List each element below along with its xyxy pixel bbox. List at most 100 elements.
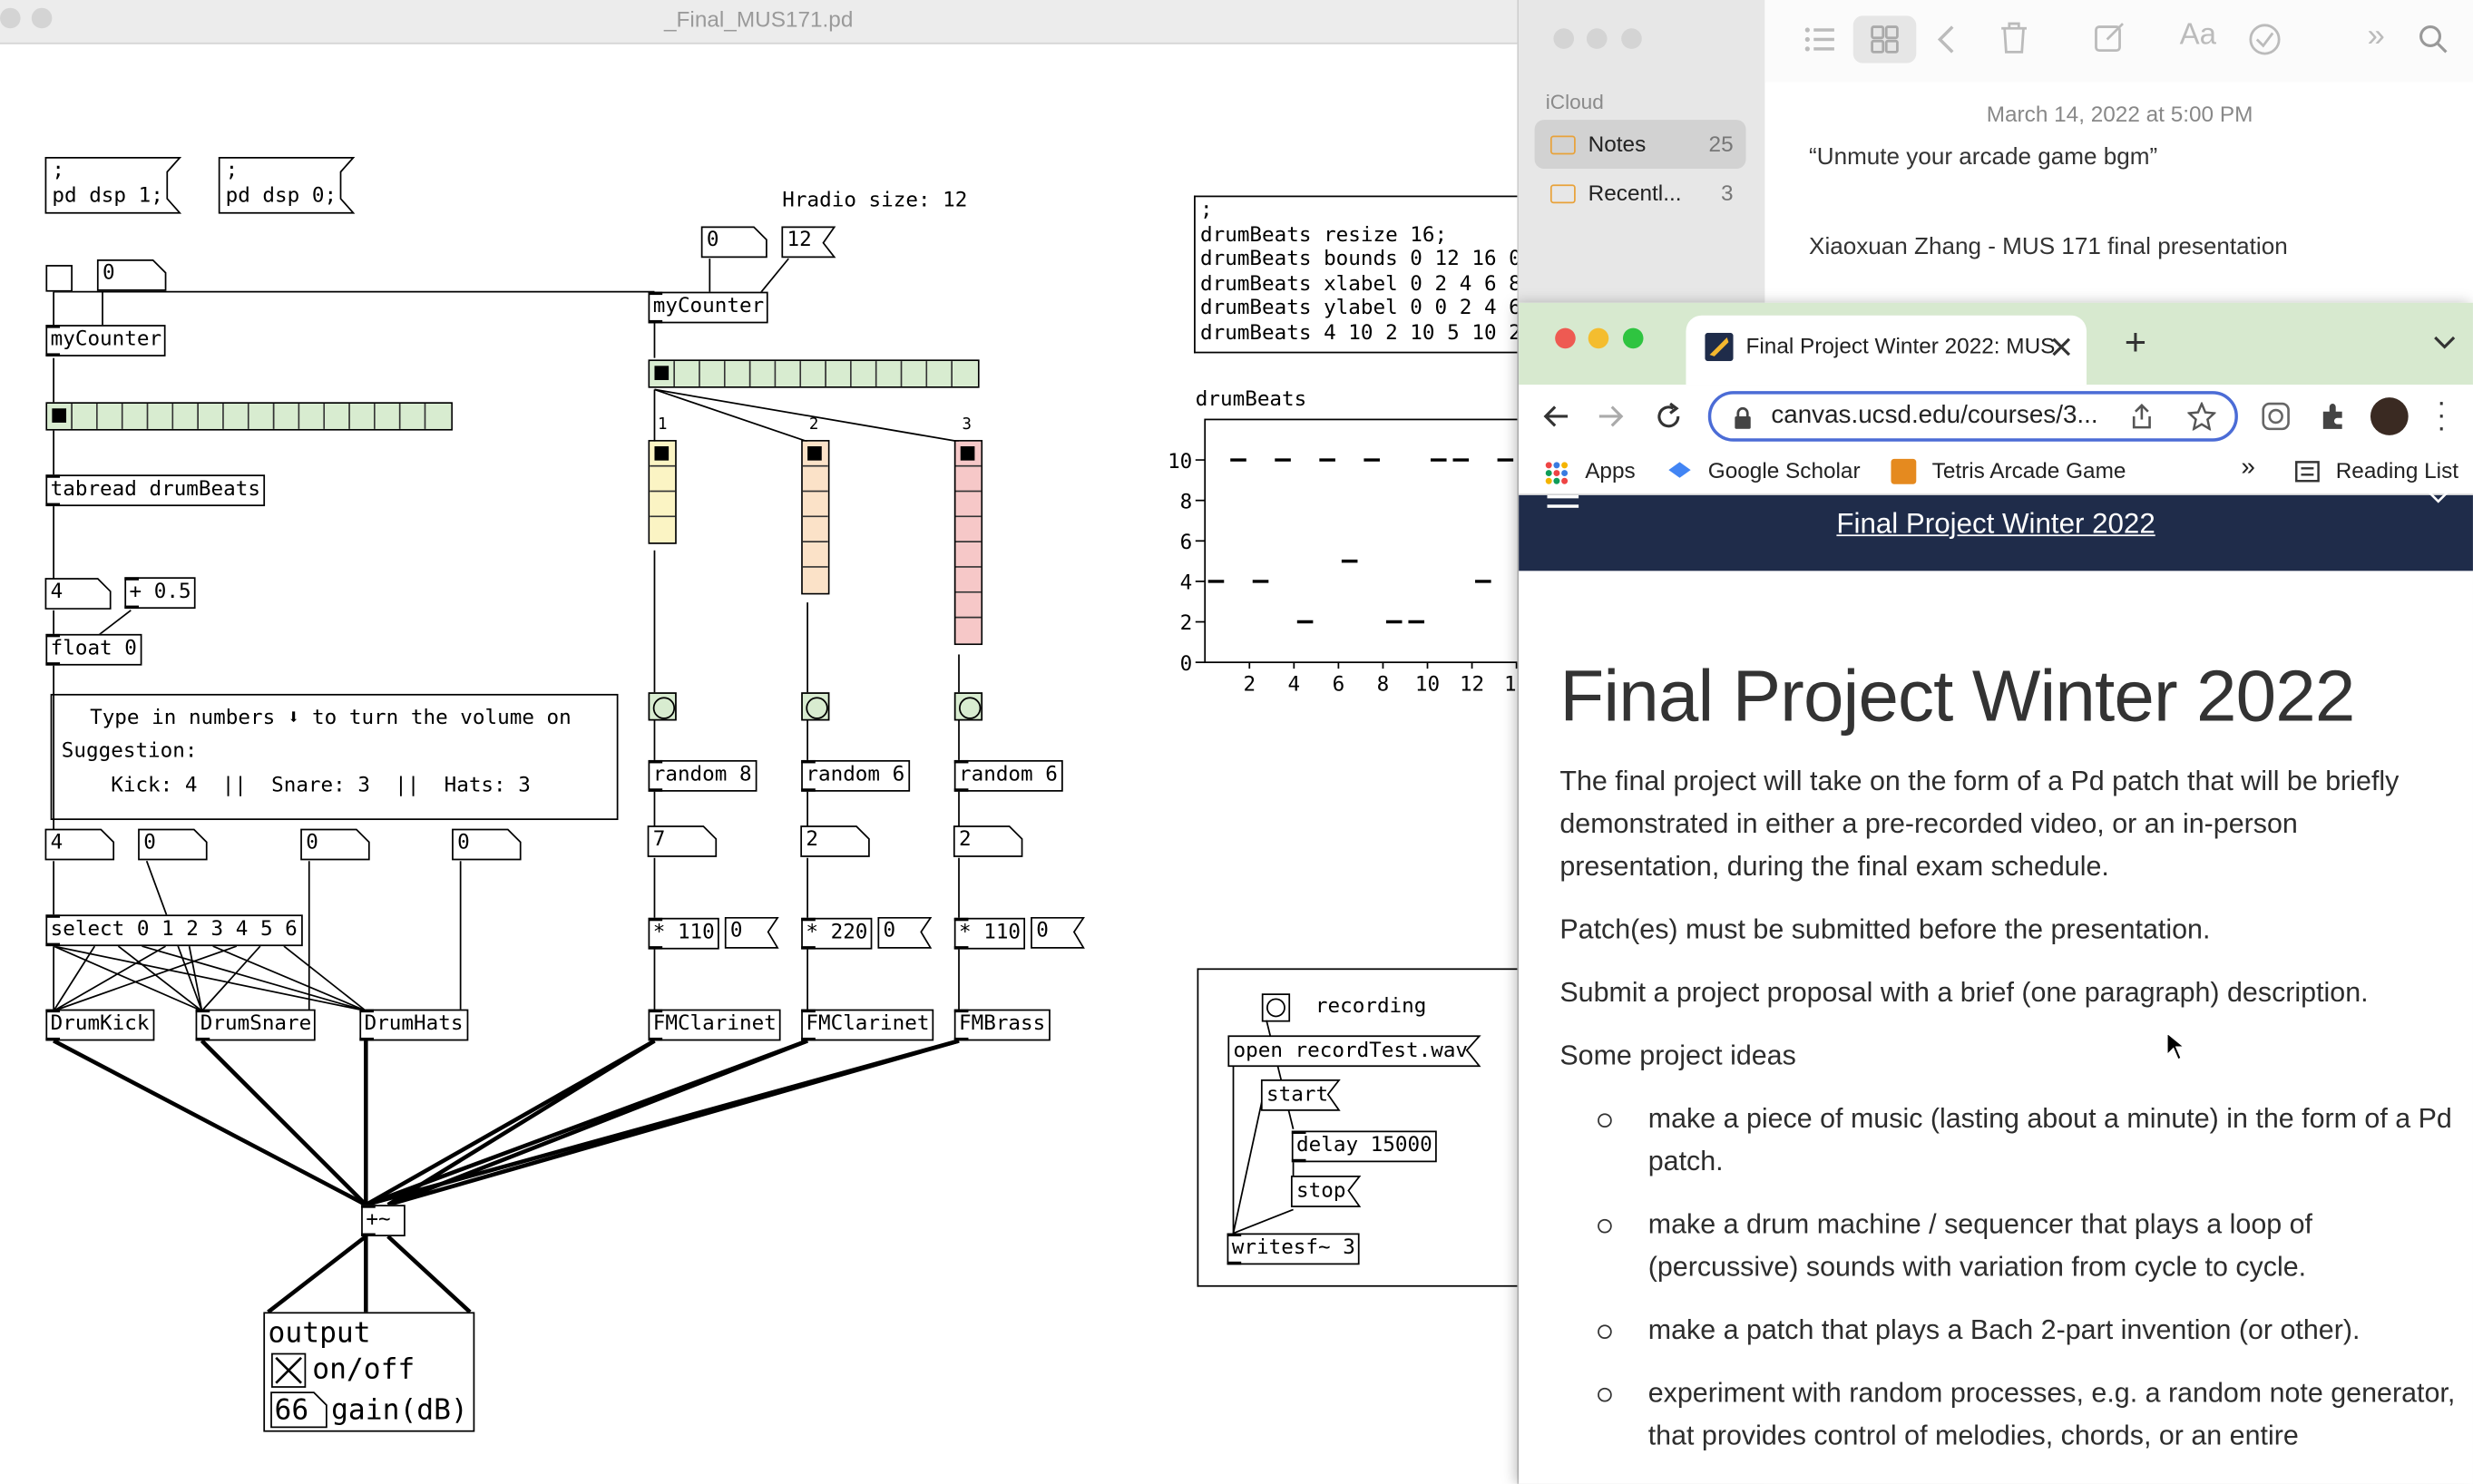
- notes-minimize-button[interactable]: [1586, 28, 1608, 49]
- bookmark-reading-list[interactable]: Reading List: [2336, 457, 2458, 483]
- radio-cell[interactable]: [274, 404, 300, 429]
- radio-cell[interactable]: [325, 404, 350, 429]
- obj-random-1[interactable]: random 8: [648, 759, 757, 792]
- bang-3[interactable]: [953, 692, 983, 721]
- num-mul-3[interactable]: 0: [1031, 918, 1053, 950]
- reload-icon[interactable]: [1655, 402, 1683, 430]
- hradio-left[interactable]: [45, 402, 453, 431]
- obj-writesf[interactable]: writesf~ 3: [1227, 1233, 1361, 1265]
- hradio-right[interactable]: [648, 359, 980, 388]
- radio-cell[interactable]: [375, 404, 401, 429]
- radio-cell[interactable]: [650, 466, 676, 493]
- obj-mul-1[interactable]: * 110: [648, 917, 720, 950]
- list-view-icon[interactable]: [1803, 24, 1837, 55]
- radio-cell[interactable]: [927, 361, 953, 386]
- radio-cell[interactable]: [801, 361, 826, 386]
- notes-close-button[interactable]: [1553, 28, 1575, 49]
- vol-kick-number[interactable]: 4: [45, 829, 67, 861]
- note-line-1[interactable]: “Unmute your arcade game bgm”: [1809, 143, 2157, 171]
- vradio-brass[interactable]: [953, 440, 983, 646]
- folder-notes[interactable]: Notes 25: [1534, 120, 1746, 170]
- course-nav-title[interactable]: Final Project Winter 2022: [1519, 508, 2473, 542]
- num-random-2[interactable]: 2: [801, 826, 823, 858]
- search-icon[interactable]: [2418, 24, 2449, 55]
- bang-1[interactable]: [648, 692, 677, 721]
- radio-cell[interactable]: [349, 404, 376, 429]
- gallery-view-button[interactable]: [1852, 15, 1917, 63]
- msg-open-file[interactable]: open recordTest.wav: [1228, 1038, 1472, 1066]
- radio-cell[interactable]: [826, 361, 852, 386]
- obj-counter-left[interactable]: myCounter: [45, 325, 167, 356]
- radio-cell[interactable]: [955, 466, 982, 493]
- num-top-left[interactable]: 0: [98, 260, 120, 292]
- bang-2[interactable]: [801, 692, 830, 721]
- num-random-1[interactable]: 7: [649, 826, 670, 858]
- radio-cell[interactable]: [400, 404, 426, 429]
- msg-table-setup[interactable]: ; drumBeats resize 16; drumBeats bounds …: [1194, 195, 1526, 354]
- radio-cell[interactable]: [955, 517, 982, 543]
- num-random-3[interactable]: 2: [954, 826, 976, 858]
- tab-final-project[interactable]: Final Project Winter 2022: MUS: [1686, 315, 2087, 386]
- num-hradio-b[interactable]: 12: [782, 227, 816, 259]
- radio-cell[interactable]: [173, 404, 200, 429]
- msg-stop[interactable]: stop: [1292, 1178, 1351, 1206]
- obj-fm-clarinet-1[interactable]: FMClarinet: [648, 1009, 782, 1041]
- radio-cell[interactable]: [675, 361, 700, 386]
- bookmark-apps[interactable]: Apps: [1585, 457, 1635, 483]
- radio-cell[interactable]: [802, 441, 828, 467]
- radio-cell[interactable]: [47, 404, 73, 429]
- radio-cell[interactable]: [148, 404, 174, 429]
- forward-arrow-icon[interactable]: [1598, 404, 1626, 429]
- radio-cell[interactable]: [776, 361, 802, 386]
- drumbeats-array-graph[interactable]: 02468102468101214: [1151, 413, 1530, 697]
- radio-cell[interactable]: [955, 618, 982, 644]
- more-tools-icon[interactable]: »: [2367, 19, 2384, 55]
- radio-cell[interactable]: [650, 441, 676, 467]
- vol-snare-number[interactable]: 0: [139, 829, 161, 861]
- radio-cell[interactable]: [955, 441, 982, 467]
- radio-cell[interactable]: [299, 404, 326, 429]
- radio-cell[interactable]: [72, 404, 98, 429]
- obj-counter-right[interactable]: myCounter: [648, 291, 769, 324]
- nav-chevron-down-icon[interactable]: [2424, 485, 2452, 504]
- notes-zoom-button[interactable]: [1621, 28, 1642, 49]
- radio-cell[interactable]: [902, 361, 928, 386]
- radio-cell[interactable]: [699, 361, 726, 386]
- radio-cell[interactable]: [851, 361, 877, 386]
- browser-close-button[interactable]: [1555, 327, 1576, 349]
- trash-icon[interactable]: [1999, 21, 2030, 55]
- obj-plus[interactable]: + 0.5: [124, 577, 196, 610]
- bookmark-tetris[interactable]: Tetris Arcade Game: [1932, 457, 2126, 483]
- obj-fm-brass[interactable]: FMBrass: [953, 1009, 1051, 1041]
- obj-delay[interactable]: delay 15000: [1291, 1130, 1437, 1163]
- gain-number[interactable]: 66: [274, 1394, 308, 1428]
- msg-dsp-on[interactable]: ; pd dsp 1;: [47, 158, 168, 211]
- new-tab-icon[interactable]: +: [2125, 322, 2146, 366]
- bookmarks-overflow[interactable]: »: [2241, 454, 2254, 483]
- extension-camera-icon[interactable]: [2262, 402, 2290, 431]
- vradio-clarinet-1[interactable]: [648, 440, 677, 544]
- bookmark-star-icon[interactable]: [2187, 402, 2216, 431]
- radio-cell[interactable]: [802, 517, 828, 543]
- browser-menu-icon[interactable]: · · ·: [2437, 388, 2446, 442]
- obj-float[interactable]: float 0: [45, 633, 142, 666]
- obj-drum-snare[interactable]: DrumSnare: [195, 1009, 317, 1041]
- num-mul-2[interactable]: 0: [878, 918, 900, 950]
- back-chevron-icon[interactable]: [1935, 24, 1957, 55]
- radio-cell[interactable]: [802, 466, 828, 493]
- obj-drum-kick[interactable]: DrumKick: [45, 1009, 154, 1041]
- rec-bang[interactable]: [1261, 993, 1291, 1022]
- obj-random-3[interactable]: random 6: [953, 759, 1063, 792]
- share-icon[interactable]: [2131, 404, 2153, 429]
- num-four[interactable]: 4: [45, 579, 67, 610]
- on-off-toggle[interactable]: [271, 1352, 307, 1388]
- obj-random-2[interactable]: random 6: [801, 759, 910, 792]
- folder-recently-deleted[interactable]: Recentl... 3: [1535, 169, 1746, 218]
- radio-cell[interactable]: [802, 567, 828, 593]
- obj-drum-hats[interactable]: DrumHats: [359, 1009, 468, 1041]
- profile-avatar[interactable]: [2370, 397, 2409, 435]
- msg-dsp-off[interactable]: ; pd dsp 0;: [220, 158, 341, 211]
- radio-cell[interactable]: [199, 404, 224, 429]
- radio-cell[interactable]: [650, 361, 676, 386]
- back-arrow-icon[interactable]: [1541, 404, 1569, 429]
